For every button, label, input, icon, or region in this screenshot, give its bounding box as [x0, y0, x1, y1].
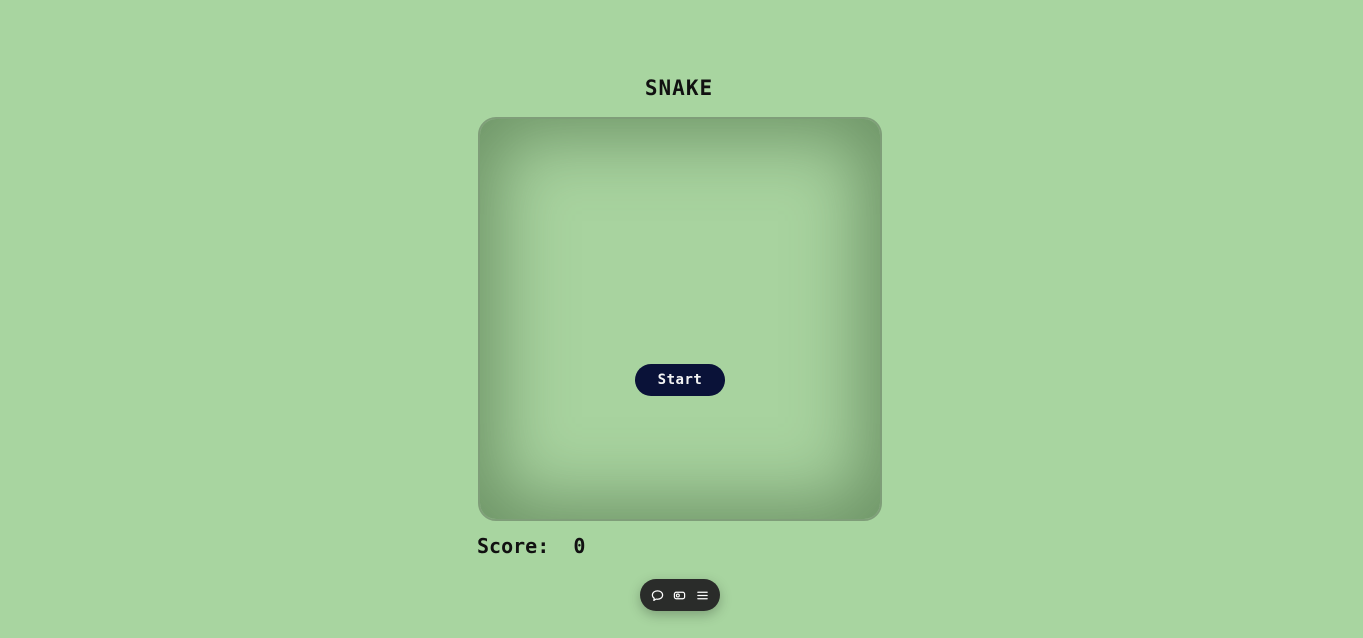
score-value: 0	[573, 534, 586, 558]
floating-toolbar	[640, 579, 720, 611]
game-board[interactable]	[478, 117, 882, 521]
score-label: Score:	[477, 534, 550, 558]
start-button[interactable]: Start	[635, 364, 725, 396]
menu-icon[interactable]	[694, 586, 712, 604]
game-title: SNAKE	[644, 76, 714, 100]
toggle-icon[interactable]	[671, 586, 689, 604]
score-display: Score: 0	[477, 534, 585, 558]
chat-icon[interactable]	[648, 586, 666, 604]
